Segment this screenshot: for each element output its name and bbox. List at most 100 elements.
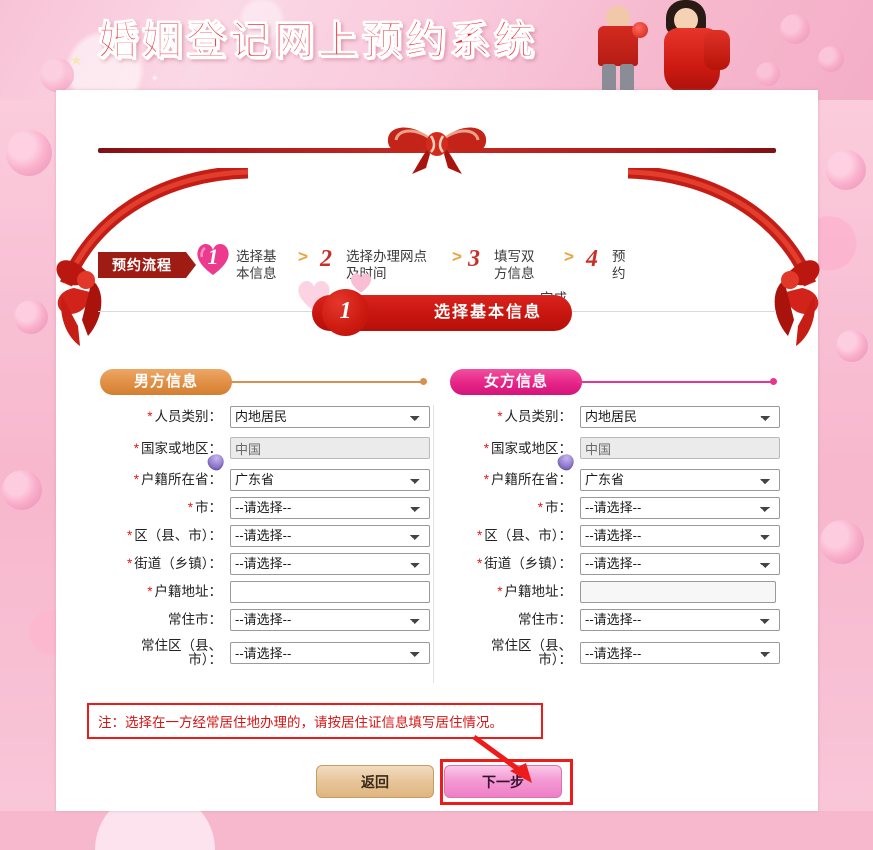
label-address: * 户籍地址： <box>497 584 572 599</box>
select-province-male[interactable]: 广东省 <box>230 468 430 491</box>
label-residence-city: 常住市： <box>518 612 572 627</box>
select-district-female[interactable]: --请选择-- <box>580 524 780 547</box>
required-marker: * <box>133 440 139 456</box>
section-header-female: 女方信息 <box>450 369 780 395</box>
field-row-district: * 区（县、市）： --请选择-- <box>442 524 784 547</box>
field-row-residence-city: 常住市： --请选择-- <box>92 608 433 631</box>
flow-step-4-label-line2: 约 <box>612 266 626 281</box>
required-marker: * <box>497 409 503 424</box>
section-line <box>578 381 774 383</box>
flow-separator-icon: > <box>452 247 462 266</box>
label-province: * 户籍所在省： <box>133 472 222 487</box>
flow-separator-icon: > <box>298 247 308 266</box>
label-residence-city: 常住市： <box>168 612 222 627</box>
groom-illustration <box>590 4 648 100</box>
label-district: * 区（县、市）： <box>476 528 572 543</box>
section-title-male: 男方信息 <box>100 369 232 395</box>
rose-decoration <box>14 300 48 334</box>
flow-step-1-label-line1: 选择基 <box>236 249 277 264</box>
label-country: * 国家或地区： <box>92 440 230 473</box>
flow-step-1-label-line2: 本信息 <box>236 266 277 281</box>
label-city: * 市： <box>187 500 222 515</box>
field-row-province: * 户籍所在省： 广东省 <box>92 468 433 491</box>
required-marker: * <box>147 409 153 424</box>
select-city-female[interactable]: --请选择-- <box>580 496 780 519</box>
rose-decoration <box>2 470 42 510</box>
field-row-country: * 国家或地区： <box>442 433 784 473</box>
select-city-male[interactable]: --请选择-- <box>230 496 430 519</box>
label-street: * 街道（乡镇）： <box>126 556 222 571</box>
select-person-category-female[interactable]: 内地居民 <box>580 405 780 428</box>
flow-step-1-number: 1 <box>207 244 219 269</box>
label-person-category: * 人员类别： <box>497 409 572 424</box>
flow-step-3-label-line1: 填写双 <box>494 249 535 264</box>
rose-decoration <box>818 46 844 72</box>
step-banner-number-badge: 1 <box>322 289 369 336</box>
select-residence-district-male[interactable]: --请选择-- <box>230 642 430 664</box>
back-button[interactable]: 返回 <box>316 765 434 798</box>
input-address-male[interactable] <box>230 580 430 603</box>
field-row-person-category: * 人员类别： 内地居民 <box>92 405 433 428</box>
note-text: 注：选择在一方经常居住地办理的，请按居住证信息填写居住情况。 <box>98 715 503 730</box>
field-row-city: * 市： --请选择-- <box>92 496 433 519</box>
flow-step-4[interactable]: 4 预 约 <box>586 240 706 312</box>
rose-decoration <box>756 62 780 86</box>
field-row-residence-district: 常住区（县、 市）： --请选择-- <box>92 636 433 670</box>
select-residence-city-female[interactable]: --请选择-- <box>580 608 780 631</box>
flow-separator-icon: > <box>564 247 574 266</box>
field-row-residence-district: 常住区（县、 市）： --请选择-- <box>442 636 784 670</box>
rose-decoration <box>826 150 866 190</box>
required-marker: * <box>483 472 489 487</box>
select-person-category-male[interactable]: 内地居民 <box>230 405 430 428</box>
label-residence-district: 常住区（县、 市）： <box>141 638 222 667</box>
bow-icon <box>378 118 496 176</box>
annotation-arrow-icon <box>470 734 556 787</box>
field-row-city: * 市： --请选择-- <box>442 496 784 519</box>
section-dot <box>420 378 427 385</box>
sparkle-icon: ✦ <box>150 73 160 85</box>
field-row-person-category: * 人员类别： 内地居民 <box>442 405 784 428</box>
required-marker: * <box>187 500 193 515</box>
required-marker: * <box>133 472 139 487</box>
select-residence-city-male[interactable]: --请选择-- <box>230 608 430 631</box>
rose-decoration <box>836 330 868 362</box>
step-banner-number: 1 <box>339 298 352 324</box>
page-banner: ✦ ★ ✦ 婚姻登记网上预约系统 <box>0 0 873 100</box>
flow-step-2-number: 2 <box>320 246 332 272</box>
flow-step-3-number: 3 <box>468 246 480 272</box>
rose-decoration <box>40 58 74 92</box>
label-district: * 区（县、市）： <box>126 528 222 543</box>
label-street: * 街道（乡镇）： <box>476 556 572 571</box>
required-marker: * <box>537 500 543 515</box>
flow-step-1-label: 选择基 本信息 <box>236 248 294 282</box>
select-street-male[interactable]: --请选择-- <box>230 552 430 575</box>
flow-step-4-number: 4 <box>586 246 598 272</box>
input-country-male <box>230 437 430 459</box>
bride-illustration <box>660 0 734 100</box>
field-row-address: * 户籍地址： <box>92 580 433 603</box>
flow-step-4-label: 预 约 <box>612 248 670 282</box>
section-header-male: 男方信息 <box>100 369 428 395</box>
input-country-female <box>580 437 780 459</box>
banner-title: 婚姻登记网上预约系统 <box>98 18 538 65</box>
required-marker: * <box>147 584 153 599</box>
field-row-district: * 区（县、市）： --请选择-- <box>92 524 433 547</box>
rose-decoration <box>820 520 864 564</box>
heart-badge-icon: 1 <box>194 242 232 276</box>
select-province-female[interactable]: 广东省 <box>580 468 780 491</box>
flow-step-2-label-line1: 选择办理网点 <box>346 249 427 264</box>
flow-step-3-label-line2: 方信息 <box>494 266 535 281</box>
select-district-male[interactable]: --请选择-- <box>230 524 430 547</box>
select-residence-district-female[interactable]: --请选择-- <box>580 642 780 664</box>
note-callout: 注：选择在一方经常居住地办理的，请按居住证信息填写居住情况。 <box>87 703 543 739</box>
select-street-female[interactable]: --请选择-- <box>580 552 780 575</box>
section-dot <box>770 378 777 385</box>
field-row-street: * 街道（乡镇）： --请选择-- <box>442 552 784 575</box>
label-country: * 国家或地区： <box>442 440 580 473</box>
required-marker: * <box>483 440 489 456</box>
field-row-residence-city: 常住市： --请选择-- <box>442 608 784 631</box>
input-address-female[interactable] <box>580 580 776 603</box>
field-row-province: * 户籍所在省： 广东省 <box>442 468 784 491</box>
flow-tag-label: 预约流程 <box>98 252 186 278</box>
label-address: * 户籍地址： <box>147 584 222 599</box>
